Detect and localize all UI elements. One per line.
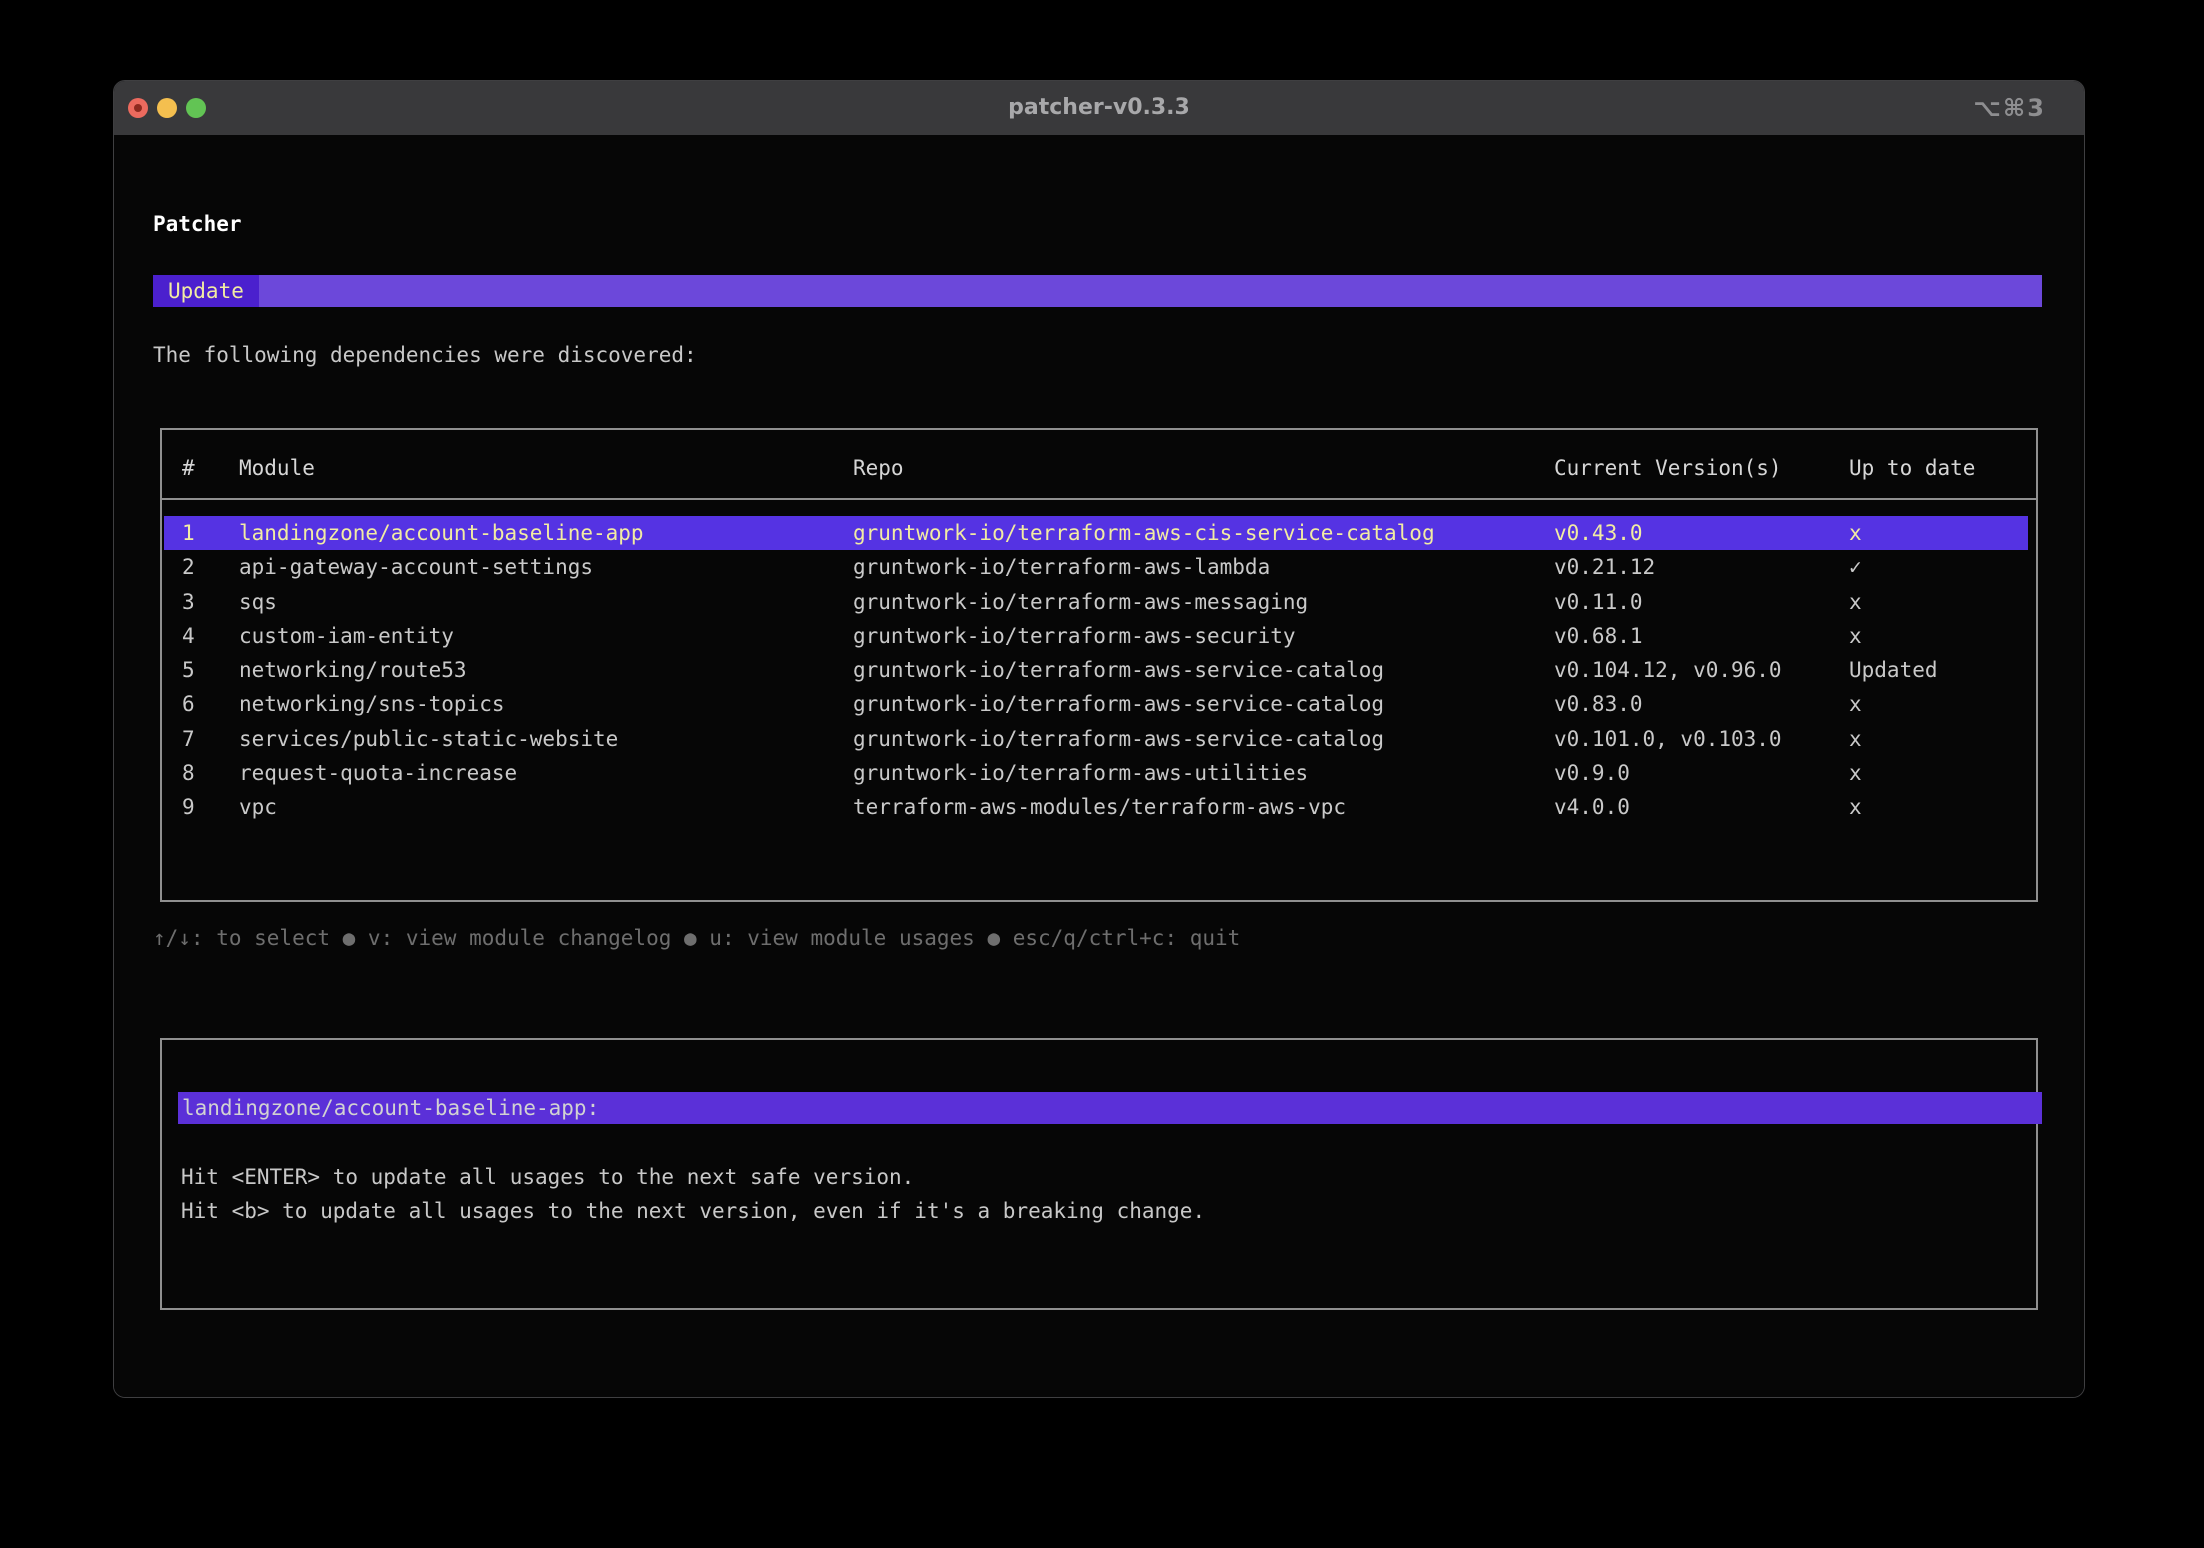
detail-panel-title-highlight: landingzone/account-baseline-app: xyxy=(178,1092,2042,1124)
cell-module: vpc xyxy=(239,790,277,824)
cell-version: v0.101.0, v0.103.0 xyxy=(1554,722,1782,756)
cell-status: x xyxy=(1849,722,1862,756)
keyboard-help-bar: ↑/↓: to select ● v: view module changelo… xyxy=(153,921,1240,955)
cell-status: ✓ xyxy=(1849,550,1862,584)
detail-hint-enter: Hit <ENTER> to update all usages to the … xyxy=(181,1160,914,1194)
intro-text: The following dependencies were discover… xyxy=(153,338,697,372)
table-row[interactable]: 2 api-gateway-account-settings gruntwork… xyxy=(162,550,2036,584)
dependencies-table: # Module Repo Current Version(s) Up to d… xyxy=(160,428,2038,902)
cell-num: 5 xyxy=(182,653,195,687)
cell-status: x xyxy=(1849,585,1862,619)
tab-update[interactable]: Update xyxy=(153,275,259,307)
cell-repo: gruntwork-io/terraform-aws-service-catal… xyxy=(853,653,1384,687)
cell-num: 8 xyxy=(182,756,195,790)
cell-repo: gruntwork-io/terraform-aws-service-catal… xyxy=(853,687,1384,721)
header-repo: Repo xyxy=(853,451,904,485)
cell-num: 2 xyxy=(182,550,195,584)
table-row[interactable]: 6 networking/sns-topics gruntwork-io/ter… xyxy=(162,687,2036,721)
cell-status: Updated xyxy=(1849,653,1938,687)
cell-module: networking/route53 xyxy=(239,653,467,687)
cell-version: v0.83.0 xyxy=(1554,687,1643,721)
cell-module: custom-iam-entity xyxy=(239,619,454,653)
header-version: Current Version(s) xyxy=(1554,451,1782,485)
cell-module: sqs xyxy=(239,585,277,619)
cell-version: v4.0.0 xyxy=(1554,790,1630,824)
cell-status: x xyxy=(1849,756,1862,790)
terminal-window: patcher-v0.3.3 ⌥⌘3 Patcher Update The fo… xyxy=(113,80,2085,1398)
cell-module: networking/sns-topics xyxy=(239,687,505,721)
cell-repo: gruntwork-io/terraform-aws-lambda xyxy=(853,550,1270,584)
terminal-content: Patcher Update The following dependencie… xyxy=(114,135,2084,1397)
cell-num: 7 xyxy=(182,722,195,756)
cell-status: x xyxy=(1849,619,1862,653)
cell-version: v0.104.12, v0.96.0 xyxy=(1554,653,1782,687)
cell-num: 6 xyxy=(182,687,195,721)
table-header-row: # Module Repo Current Version(s) Up to d… xyxy=(162,451,2036,485)
cell-status: x xyxy=(1849,687,1862,721)
detail-panel: landingzone/account-baseline-app: Hit <E… xyxy=(160,1038,2038,1310)
cell-num: 9 xyxy=(182,790,195,824)
cell-module: request-quota-increase xyxy=(239,756,517,790)
title-bar: patcher-v0.3.3 ⌥⌘3 xyxy=(114,81,2084,135)
header-module: Module xyxy=(239,451,315,485)
table-row[interactable]: 1 landingzone/account-baseline-app grunt… xyxy=(162,516,2036,550)
table-row[interactable]: 5 networking/route53 gruntwork-io/terraf… xyxy=(162,653,2036,687)
cell-repo: terraform-aws-modules/terraform-aws-vpc xyxy=(853,790,1346,824)
header-divider xyxy=(162,498,2036,500)
cell-version: v0.11.0 xyxy=(1554,585,1643,619)
cell-repo: gruntwork-io/terraform-aws-service-catal… xyxy=(853,722,1384,756)
cell-version: v0.43.0 xyxy=(1554,516,1643,550)
table-row[interactable]: 3 sqs gruntwork-io/terraform-aws-messagi… xyxy=(162,585,2036,619)
cell-num: 1 xyxy=(182,516,195,550)
table-row[interactable]: 7 services/public-static-website gruntwo… xyxy=(162,722,2036,756)
table-row[interactable]: 8 request-quota-increase gruntwork-io/te… xyxy=(162,756,2036,790)
table-row[interactable]: 9 vpc terraform-aws-modules/terraform-aw… xyxy=(162,790,2036,824)
tab-bar: Update xyxy=(153,275,2042,307)
cell-num: 4 xyxy=(182,619,195,653)
cell-module: api-gateway-account-settings xyxy=(239,550,593,584)
table-body: 1 landingzone/account-baseline-app grunt… xyxy=(162,516,2036,825)
cell-status: x xyxy=(1849,516,1862,550)
cell-version: v0.21.12 xyxy=(1554,550,1655,584)
cell-module: services/public-static-website xyxy=(239,722,618,756)
window-shortcut-badge: ⌥⌘3 xyxy=(1973,81,2046,135)
header-num: # xyxy=(182,451,195,485)
cell-module: landingzone/account-baseline-app xyxy=(239,516,644,550)
cell-version: v0.9.0 xyxy=(1554,756,1630,790)
cell-num: 3 xyxy=(182,585,195,619)
detail-hint-breaking: Hit <b> to update all usages to the next… xyxy=(181,1194,1205,1228)
cell-status: x xyxy=(1849,790,1862,824)
cell-version: v0.68.1 xyxy=(1554,619,1643,653)
page-title: Patcher xyxy=(153,207,242,241)
cell-repo: gruntwork-io/terraform-aws-messaging xyxy=(853,585,1308,619)
table-row[interactable]: 4 custom-iam-entity gruntwork-io/terrafo… xyxy=(162,619,2036,653)
header-status: Up to date xyxy=(1849,451,1975,485)
cell-repo: gruntwork-io/terraform-aws-cis-service-c… xyxy=(853,516,1435,550)
cell-repo: gruntwork-io/terraform-aws-security xyxy=(853,619,1296,653)
window-title: patcher-v0.3.3 xyxy=(114,81,2084,135)
cell-repo: gruntwork-io/terraform-aws-utilities xyxy=(853,756,1308,790)
